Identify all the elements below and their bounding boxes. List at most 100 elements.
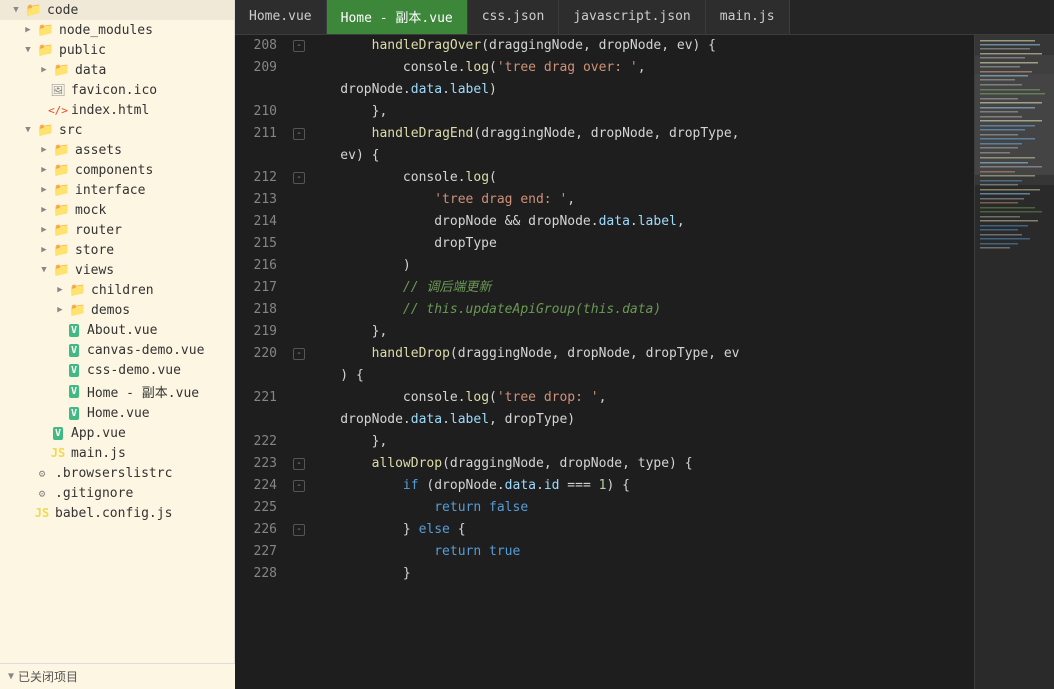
tree-item-label: code bbox=[47, 3, 78, 18]
tab-javascript-json[interactable]: javascript.json bbox=[559, 0, 705, 34]
code-line: }, bbox=[293, 321, 966, 343]
tree-item-label: App.vue bbox=[71, 426, 126, 441]
tree-item-label: mock bbox=[75, 203, 106, 218]
tree-item-label: babel.config.js bbox=[55, 506, 172, 521]
tree-item-store[interactable]: 📁 store bbox=[0, 240, 234, 260]
tree-item-src[interactable]: 📁src bbox=[0, 120, 234, 140]
tab-home-vue[interactable]: Home.vue bbox=[235, 0, 327, 34]
tree-item-label: Home.vue bbox=[87, 406, 150, 421]
file-icon: V bbox=[50, 425, 66, 441]
chevron-right-icon bbox=[52, 282, 68, 298]
fold-button[interactable]: - bbox=[293, 348, 305, 360]
chevron-right-icon bbox=[36, 62, 52, 78]
code-line: }, bbox=[293, 101, 966, 123]
tree-item-label: public bbox=[59, 43, 106, 58]
tree-item-canvas-demo.vue[interactable]: Vcanvas-demo.vue bbox=[0, 340, 234, 360]
code-line: // 调后端更新 bbox=[293, 277, 966, 299]
tree-item-Home.vue[interactable]: VHome.vue bbox=[0, 403, 234, 423]
tree-item-main.js[interactable]: JS main.js bbox=[0, 443, 234, 463]
tree-item-css-demo.vue[interactable]: Vcss-demo.vue bbox=[0, 360, 234, 380]
code-area: 208209 210211 21221321421521621721821922… bbox=[235, 35, 1054, 689]
close-project-label: 已关闭项目 bbox=[18, 668, 78, 685]
close-project-icon: ▼ bbox=[8, 671, 14, 682]
tree-item-babel.config.js[interactable]: JS babel.config.js bbox=[0, 503, 234, 523]
tree-item-App.vue[interactable]: V App.vue bbox=[0, 423, 234, 443]
file-icon: JS bbox=[50, 445, 66, 461]
tree-item-assets[interactable]: 📁assets bbox=[0, 140, 234, 160]
tree-item-label: .gitignore bbox=[55, 486, 133, 501]
tree-item-label: About.vue bbox=[87, 323, 157, 338]
file-icon: JS bbox=[34, 505, 50, 521]
file-icon: V bbox=[66, 322, 82, 338]
tree-item-label: interface bbox=[75, 183, 145, 198]
code-line: console.log('tree drag over: ', bbox=[293, 57, 966, 79]
fold-button[interactable]: - bbox=[293, 172, 305, 184]
tree-item-Home-copy.vue[interactable]: V Home - 副本.vue bbox=[0, 380, 234, 403]
file-icon: </> bbox=[50, 102, 66, 118]
code-line: - console.log( bbox=[293, 167, 966, 189]
tree-item-router[interactable]: 📁router bbox=[0, 220, 234, 240]
file-icon: 📁 bbox=[38, 122, 54, 138]
tab-bar[interactable]: Home.vueHome - 副本.vuecss.jsonjavascript.… bbox=[235, 0, 1054, 35]
chevron-right-icon bbox=[36, 242, 52, 258]
tree-item-index[interactable]: </>index.html bbox=[0, 100, 234, 120]
tree-item-data[interactable]: 📁data bbox=[0, 60, 234, 80]
tree-item-node_modules[interactable]: 📁node_modules bbox=[0, 20, 234, 40]
code-content[interactable]: - handleDragOver(draggingNode, dropNode,… bbox=[285, 35, 974, 689]
code-line: dropType bbox=[293, 233, 966, 255]
file-icon: 📁 bbox=[38, 42, 54, 58]
file-tree-sidebar[interactable]: 📁code📁node_modules📁public📁data🖼favicon.i… bbox=[0, 0, 235, 689]
tree-item-code[interactable]: 📁code bbox=[0, 0, 234, 20]
file-icon: 📁 bbox=[54, 242, 70, 258]
file-icon: 📁 bbox=[70, 282, 86, 298]
tree-item-label: store bbox=[75, 243, 114, 258]
code-line: - allowDrop(draggingNode, dropNode, type… bbox=[293, 453, 966, 475]
tree-item-label: .browserslistrc bbox=[55, 466, 172, 481]
tab-home-copy-vue[interactable]: Home - 副本.vue bbox=[327, 0, 468, 34]
fold-button[interactable]: - bbox=[293, 128, 305, 140]
tree-item-demos[interactable]: 📁demos bbox=[0, 300, 234, 320]
fold-button[interactable]: - bbox=[293, 480, 305, 492]
code-line: - handleDragEnd(draggingNode, dropNode, … bbox=[293, 123, 966, 145]
file-icon: 🖼 bbox=[50, 82, 66, 98]
tree-item-label: components bbox=[75, 163, 153, 178]
chevron-right-icon bbox=[20, 22, 36, 38]
file-icon: 📁 bbox=[54, 62, 70, 78]
tab-main-js[interactable]: main.js bbox=[706, 0, 790, 34]
tree-item-About.vue[interactable]: V About.vue bbox=[0, 320, 234, 340]
tree-item-interface[interactable]: 📁 interface bbox=[0, 180, 234, 200]
fold-button[interactable]: - bbox=[293, 524, 305, 536]
code-line: dropNode && dropNode.data.label, bbox=[293, 211, 966, 233]
chevron-right-icon bbox=[36, 222, 52, 238]
chevron-down-icon bbox=[20, 122, 36, 138]
tab-css-json[interactable]: css.json bbox=[468, 0, 560, 34]
file-icon: ⚙ bbox=[34, 465, 50, 481]
tree-item-label: Home - 副本.vue bbox=[87, 382, 199, 401]
fold-button[interactable]: - bbox=[293, 40, 305, 52]
code-line: dropNode.data.label) bbox=[293, 79, 966, 101]
file-icon: V bbox=[66, 362, 82, 378]
tree-item-mock[interactable]: 📁mock bbox=[0, 200, 234, 220]
tree-item-favicon[interactable]: 🖼favicon.ico bbox=[0, 80, 234, 100]
chevron-right-icon bbox=[36, 182, 52, 198]
fold-button[interactable]: - bbox=[293, 458, 305, 470]
tree-item-children[interactable]: 📁children bbox=[0, 280, 234, 300]
chevron-right-icon bbox=[36, 162, 52, 178]
tree-item-views[interactable]: 📁views bbox=[0, 260, 234, 280]
code-line: ) bbox=[293, 255, 966, 277]
tree-item-gitignore[interactable]: ⚙.gitignore bbox=[0, 483, 234, 503]
tree-item-label: main.js bbox=[71, 446, 126, 461]
chevron-down-icon bbox=[36, 262, 52, 278]
minimap[interactable] bbox=[974, 35, 1054, 689]
tree-item-browserslistrc[interactable]: ⚙ .browserslistrc bbox=[0, 463, 234, 483]
code-line: } bbox=[293, 563, 966, 585]
editor-panel: Home.vueHome - 副本.vuecss.jsonjavascript.… bbox=[235, 0, 1054, 689]
file-icon: 📁 bbox=[54, 182, 70, 198]
chevron-right-icon bbox=[36, 202, 52, 218]
tree-item-components[interactable]: 📁components bbox=[0, 160, 234, 180]
file-icon: V bbox=[66, 384, 82, 400]
sidebar-bottom-bar[interactable]: ▼ 已关闭项目 bbox=[0, 663, 235, 689]
tree-item-public[interactable]: 📁 public bbox=[0, 40, 234, 60]
code-line: dropNode.data.label, dropType) bbox=[293, 409, 966, 431]
tree-item-label: views bbox=[75, 263, 114, 278]
